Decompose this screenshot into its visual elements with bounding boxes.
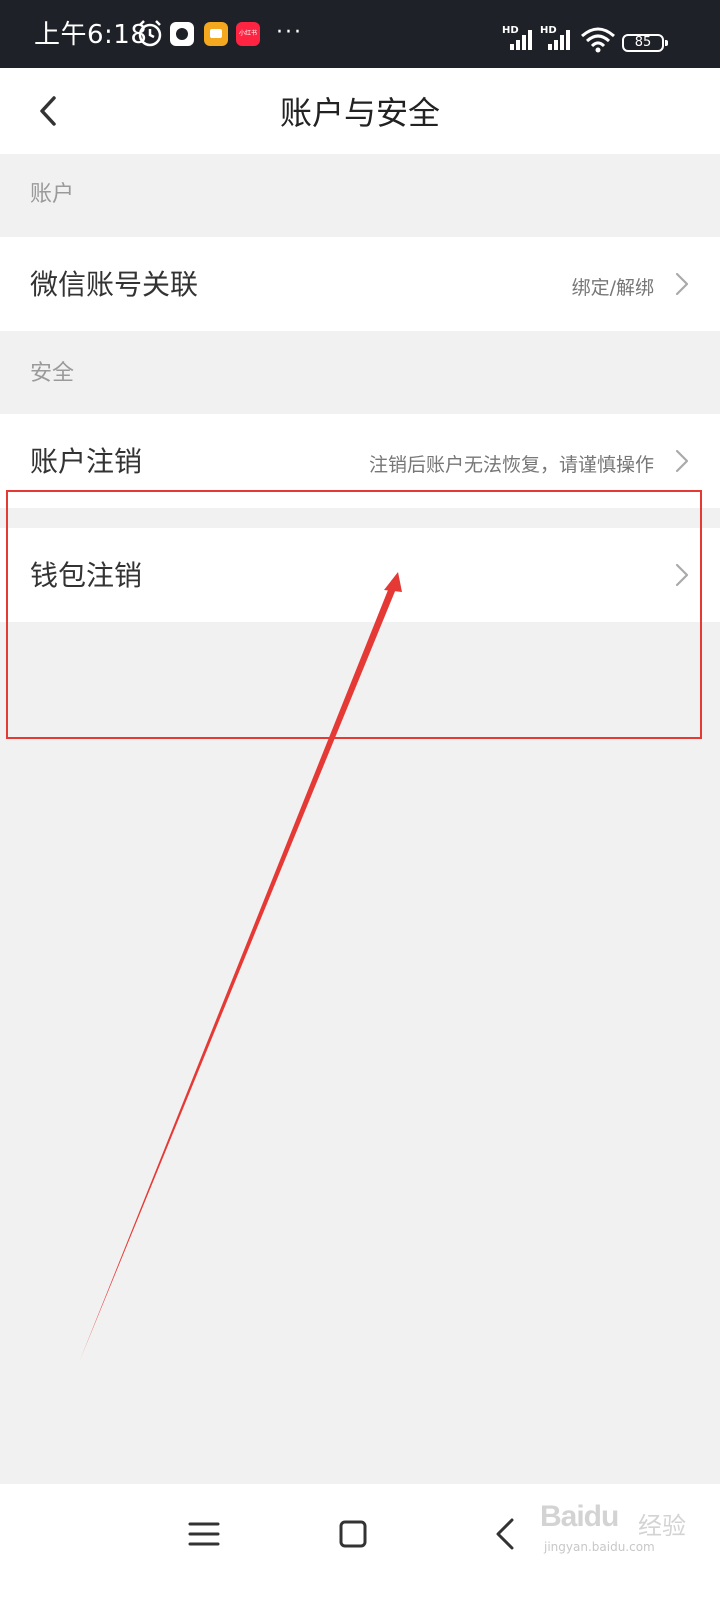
watermark-logo: Baidu [540, 1500, 619, 1533]
back-icon [496, 1518, 514, 1550]
hd-label: HD [540, 25, 557, 36]
watermark-text: 经验 [638, 1512, 686, 1540]
list-item-wechat-link[interactable]: 微信账号关联 绑定/解绑 [0, 237, 720, 331]
header: 账户与安全 [0, 68, 720, 154]
status-bar: 上午6:18 小红书 ··· HD HD 85 [0, 0, 720, 68]
system-back-button[interactable] [482, 1510, 530, 1558]
signal-icon: HD [502, 25, 532, 50]
alarm-icon [138, 20, 162, 47]
annotation-highlight-box [6, 490, 702, 739]
chevron-right-icon [675, 272, 689, 296]
list-item-subtitle: 注销后账户无法恢复，请谨慎操作 [368, 454, 654, 476]
watermark-url: jingyan.baidu.com [544, 1540, 655, 1554]
message-app-icon [204, 22, 228, 46]
wifi-icon [581, 27, 615, 53]
status-time: 上午6:18 [34, 20, 148, 50]
section-label-account: 账户 [30, 182, 75, 207]
hd-label: HD [502, 25, 519, 36]
home-button[interactable] [329, 1510, 377, 1558]
recent-apps-button[interactable] [180, 1510, 228, 1558]
chevron-right-icon [675, 449, 689, 473]
xiaohongshu-app-icon: 小红书 [236, 22, 260, 46]
battery-icon: 85 [622, 34, 668, 52]
baidu-jingyan-watermark: Baidu 经验 jingyan.baidu.com [540, 1494, 710, 1564]
section-label-security: 安全 [30, 361, 75, 386]
list-item-subtitle: 绑定/解绑 [571, 277, 654, 299]
menu-icon [188, 1522, 220, 1546]
list-item-title: 账户注销 [30, 445, 143, 478]
home-icon [339, 1520, 367, 1548]
signal-icon: HD [540, 25, 570, 50]
page-title: 账户与安全 [279, 94, 440, 132]
app-icon [170, 22, 194, 46]
list-item-title: 微信账号关联 [30, 268, 199, 301]
more-notifications-icon: ··· [276, 20, 303, 45]
